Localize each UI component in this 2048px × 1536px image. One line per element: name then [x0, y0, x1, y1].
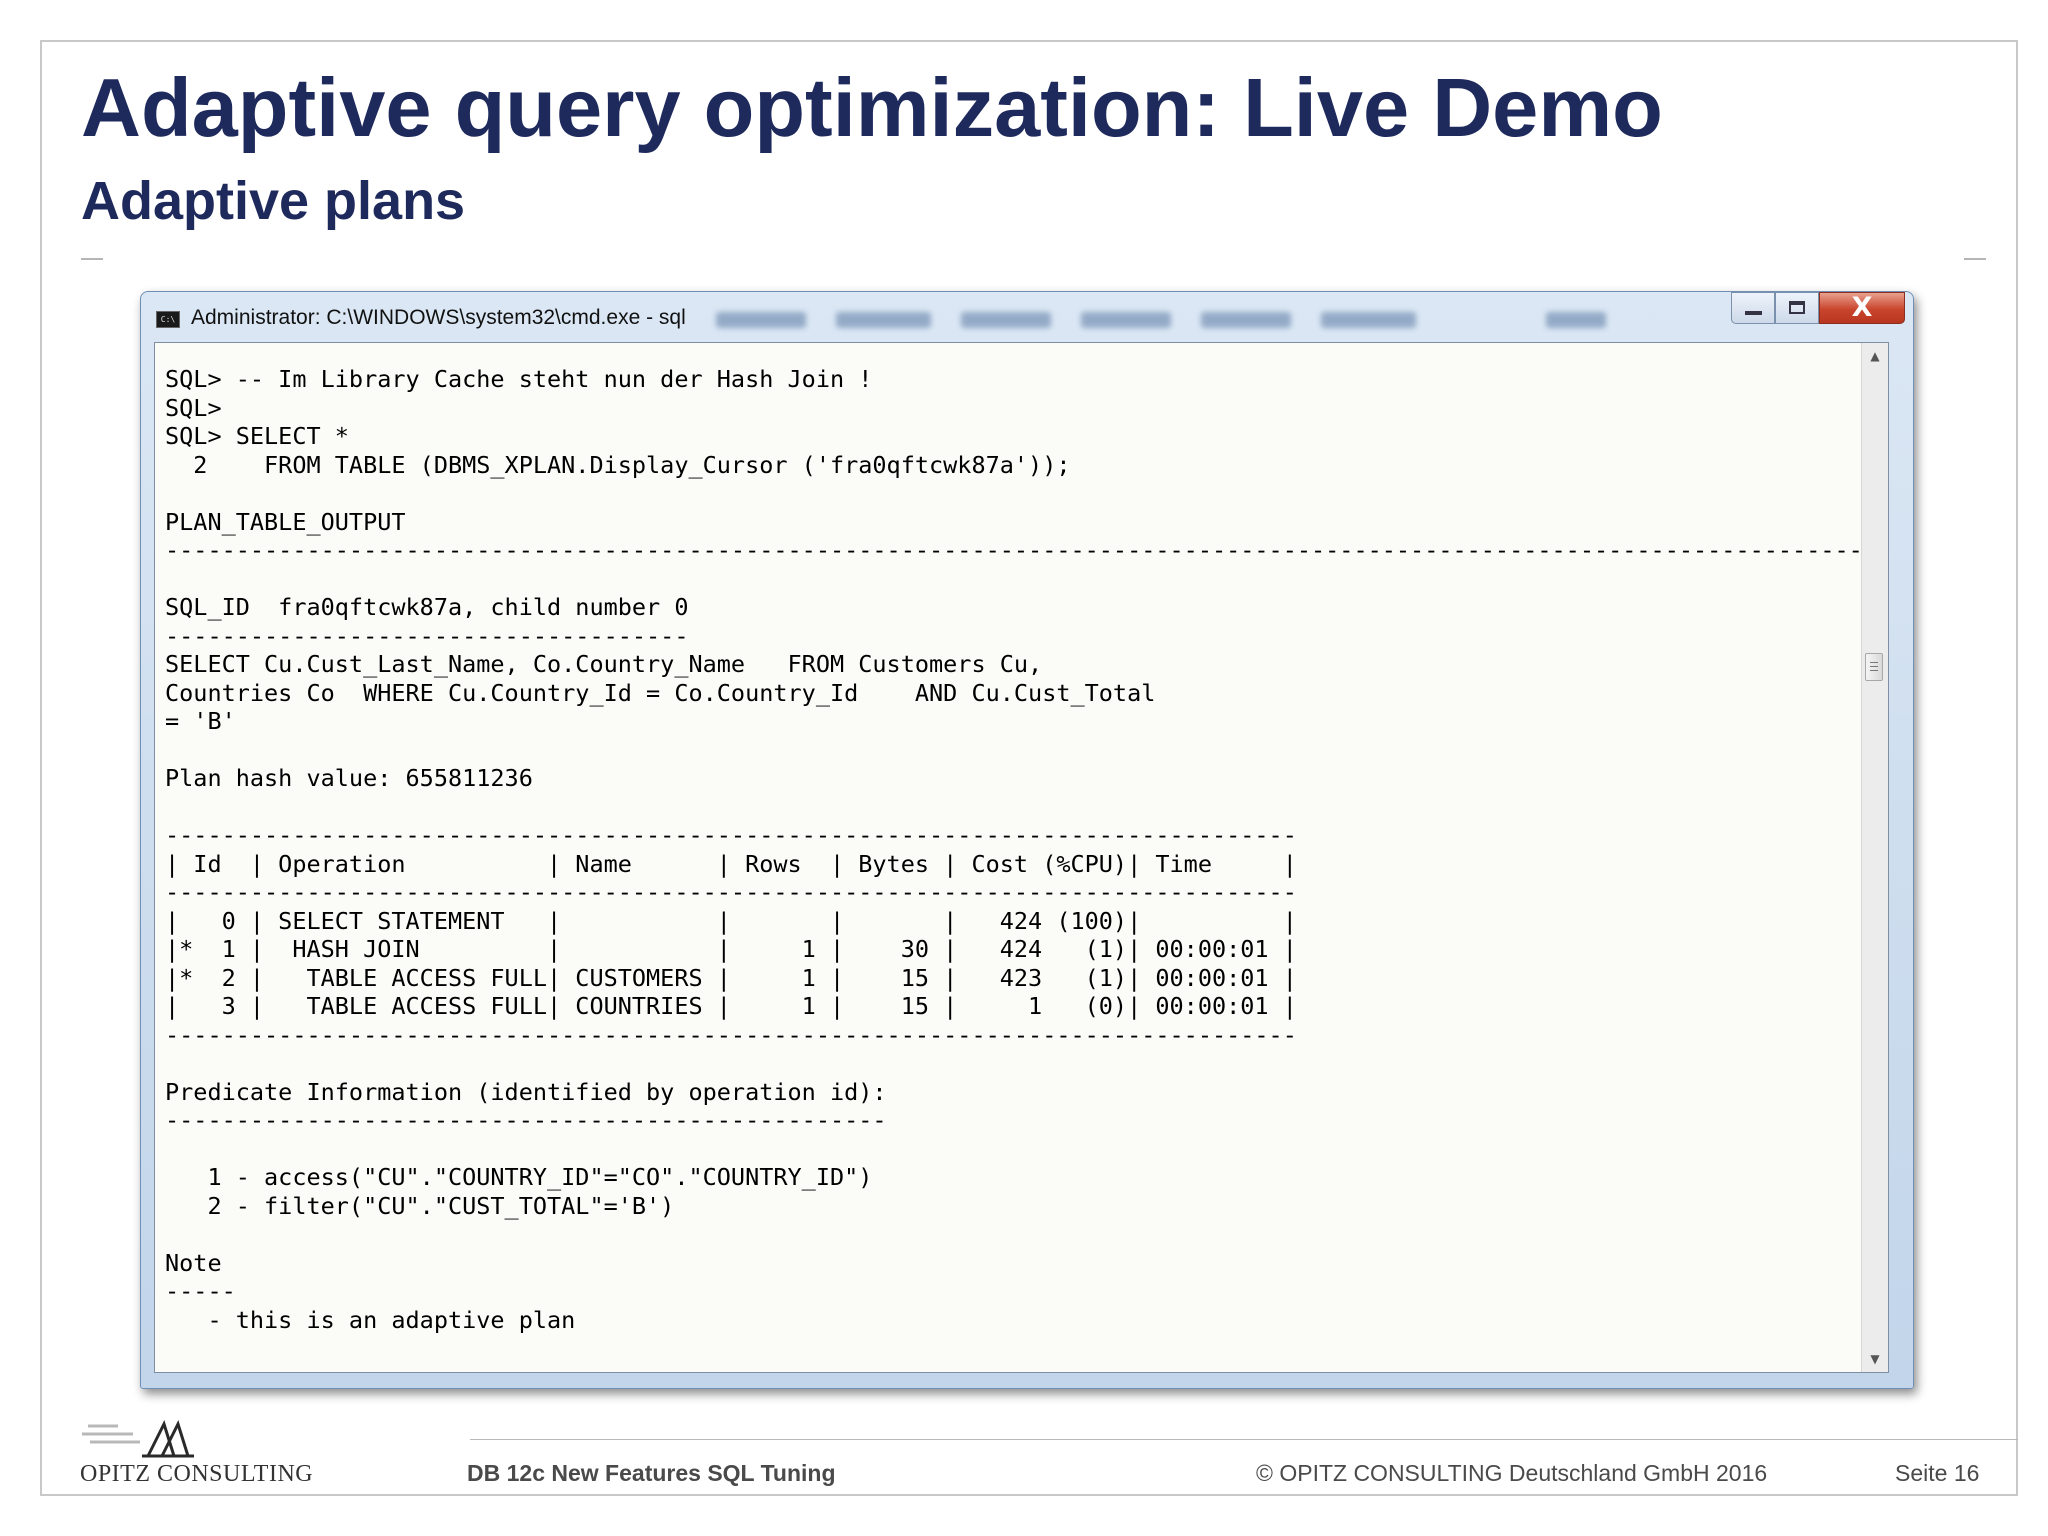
terminal-line: ----------------------------------------…	[165, 878, 1297, 906]
terminal-line: Countries Co WHERE Cu.Country_Id = Co.Co…	[165, 678, 1156, 707]
terminal-line: SQL> -- Im Library Cache steht nun der H…	[165, 365, 873, 393]
terminal-line: ----------------------------------------…	[165, 536, 1863, 564]
terminal-line: -------------------------------------	[165, 621, 689, 650]
scroll-up-arrow-icon[interactable]: ▲	[1862, 343, 1888, 369]
terminal-line: |* 1 | HASH JOIN | | 1 | 30 | 424 (1)| 0…	[165, 935, 1297, 963]
window-controls: X	[1731, 292, 1905, 326]
terminal-line: | 3 | TABLE ACCESS FULL| COUNTRIES | 1 |…	[165, 992, 1297, 1020]
terminal-line: PLAN_TABLE_OUTPUT	[165, 507, 406, 536]
maximize-button[interactable]	[1775, 292, 1819, 324]
opitz-logo-icon	[82, 1420, 194, 1458]
terminal-line: | 0 | SELECT STATEMENT | | | | 424 (100)…	[165, 906, 1297, 935]
vertical-scrollbar[interactable]: ▲ ▼	[1861, 343, 1888, 1372]
terminal-line: SQL> SELECT *	[165, 422, 349, 450]
maximize-icon	[1789, 301, 1805, 314]
terminal-line: SELECT Cu.Cust_Last_Name, Co.Country_Nam…	[165, 650, 1043, 678]
terminal-line: ----------------------------------------…	[165, 1020, 1297, 1049]
blurred-taskbar-strip	[716, 310, 1616, 332]
close-button[interactable]: X	[1819, 292, 1905, 324]
terminal-line: | Id | Operation | Name | Rows | Bytes |…	[165, 849, 1297, 878]
terminal-line: 2 - filter("CU"."CUST_TOTAL"='B')	[165, 1191, 675, 1220]
slide-title: Adaptive query optimization: Live Demo	[81, 61, 1663, 154]
logo-text: OPITZ CONSULTING	[80, 1461, 314, 1487]
terminal-line: SQL>	[165, 393, 222, 422]
terminal-line: -----	[165, 1277, 236, 1305]
terminal-line: |* 2 | TABLE ACCESS FULL| CUSTOMERS | 1 …	[165, 963, 1297, 992]
terminal-output: SQL> -- Im Library Cache steht nun der H…	[165, 365, 1863, 1334]
terminal-line: - this is an adaptive plan	[165, 1305, 576, 1334]
footer-title: DB 12c New Features SQL Tuning	[467, 1460, 836, 1486]
left-tick-mark	[81, 258, 103, 260]
footer-copyright: © OPITZ CONSULTING Deutschland GmbH 2016	[1256, 1460, 1768, 1486]
slide-subtitle: Adaptive plans	[81, 171, 466, 231]
console-area[interactable]: SQL> -- Im Library Cache steht nun der H…	[154, 342, 1889, 1373]
terminal-line: 2 FROM TABLE (DBMS_XPLAN.Display_Cursor …	[165, 450, 1071, 479]
page-number: Seite 16	[1895, 1460, 1980, 1486]
terminal-line: Predicate Information (identified by ope…	[165, 1077, 887, 1106]
cmd-icon: C:\	[156, 311, 180, 328]
footer-divider	[470, 1439, 2018, 1440]
scrollbar-thumb[interactable]	[1865, 653, 1883, 681]
terminal-line: ----------------------------------------…	[165, 821, 1297, 849]
minimize-icon	[1745, 311, 1762, 315]
window-titlebar[interactable]: C:\ Administrator: C:\WINDOWS\system32\c…	[141, 292, 1913, 342]
cmd-window[interactable]: C:\ Administrator: C:\WINDOWS\system32\c…	[140, 291, 1914, 1389]
window-title: Administrator: C:\WINDOWS\system32\cmd.e…	[191, 306, 686, 329]
terminal-line: = 'B'	[165, 707, 236, 735]
terminal-line: Plan hash value: 655811236	[165, 764, 533, 792]
minimize-button[interactable]	[1731, 292, 1775, 324]
close-icon: X	[1851, 292, 1873, 323]
terminal-line: SQL_ID fra0qftcwk87a, child number 0	[165, 593, 689, 621]
right-tick-mark	[1964, 258, 1986, 260]
terminal-line: ----------------------------------------…	[165, 1106, 887, 1134]
scroll-down-arrow-icon[interactable]: ▼	[1862, 1346, 1888, 1372]
terminal-line: 1 - access("CU"."COUNTRY_ID"="CO"."COUNT…	[165, 1163, 873, 1191]
terminal-line: Note	[165, 1248, 222, 1277]
